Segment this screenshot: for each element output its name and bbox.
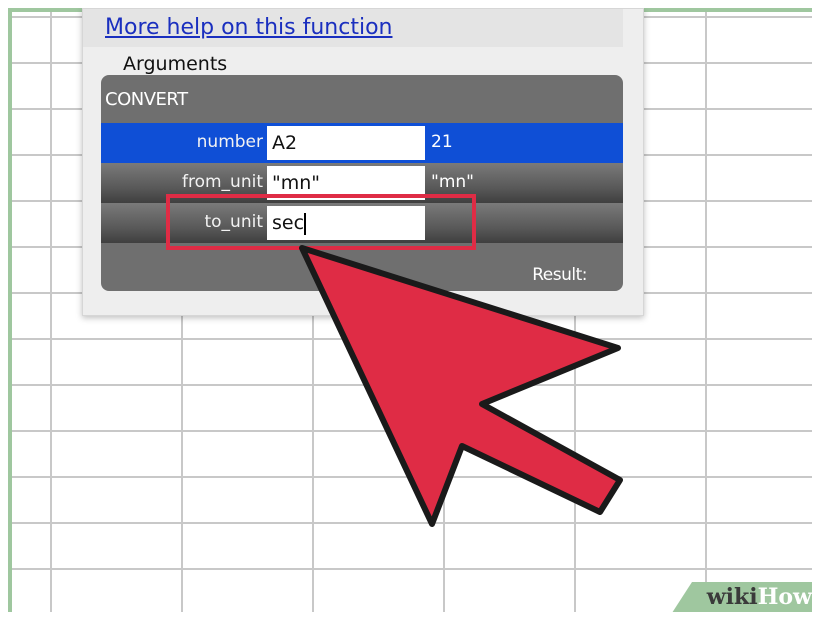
arrow-cursor-icon bbox=[299, 245, 623, 527]
watermark-wiki: wiki bbox=[706, 584, 758, 610]
wikihow-watermark: wikiHow bbox=[707, 584, 812, 610]
watermark-how: How bbox=[757, 584, 812, 610]
